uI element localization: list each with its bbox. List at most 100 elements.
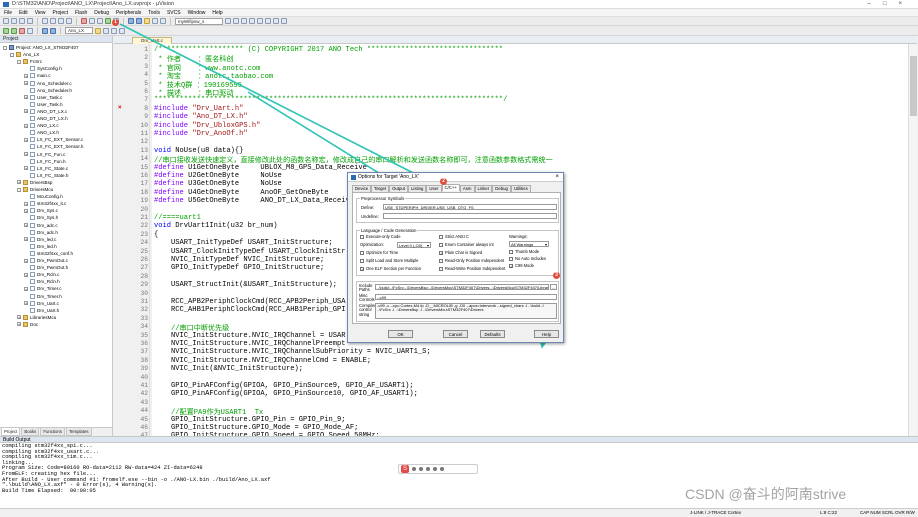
tree-node[interactable]: - Project: ANO_LX_STM32F407 <box>3 44 79 51</box>
tab-linker-7[interactable]: Linker <box>474 185 493 192</box>
toolbar-button-icon[interactable] <box>281 18 287 24</box>
checkbox-icon[interactable] <box>360 258 364 263</box>
tree-expander-icon[interactable]: - <box>17 187 21 192</box>
build-button-icon[interactable] <box>50 27 56 34</box>
checkbox-icon[interactable] <box>509 249 513 254</box>
tab-utilities-9[interactable]: Utilities <box>510 185 531 192</box>
tree-node[interactable]: + LibrariesMcu <box>17 314 56 321</box>
toolbar-button-icon[interactable] <box>105 18 111 24</box>
toolbar-button-icon[interactable] <box>50 18 56 24</box>
toolbar-button-icon[interactable] <box>152 18 158 24</box>
ok-button[interactable]: OK <box>388 330 413 338</box>
toolbar-button-icon[interactable] <box>111 27 117 34</box>
tree-expander-icon[interactable]: + <box>24 272 28 277</box>
codegen-checkbox[interactable]: Optimization: <box>360 242 384 247</box>
include-paths-field[interactable]: ..\build;..\FcSrc;..\DriversBsp;..\Drive… <box>375 284 549 290</box>
tab-output-2[interactable]: Output <box>389 185 408 192</box>
toolbar-button-icon[interactable] <box>257 18 263 24</box>
checkbox-icon[interactable]: ✓ <box>509 263 513 268</box>
toolbar-button-icon[interactable] <box>3 18 9 24</box>
tree-expander-icon[interactable]: + <box>24 95 28 100</box>
tree-expander-icon[interactable]: + <box>24 237 28 242</box>
codegen-checkbox[interactable]: ✓ Plain Char is Signed <box>439 250 482 255</box>
ime-dot-icon[interactable] <box>433 467 437 471</box>
toolbar-button-icon[interactable] <box>233 18 239 24</box>
ime-dot-icon[interactable] <box>419 467 423 471</box>
codegen-checkbox[interactable]: No Auto Includes <box>509 256 546 261</box>
sogou-ime-icon[interactable]: S <box>401 465 409 473</box>
tree-expander-icon[interactable]: + <box>24 109 28 114</box>
toolbar-button-icon[interactable] <box>42 18 48 24</box>
toolbar-button-icon[interactable] <box>119 27 125 34</box>
tree-expander-icon[interactable]: + <box>24 286 28 291</box>
tree-node[interactable]: - FcSrc <box>17 58 42 65</box>
toolbar-button-icon[interactable] <box>11 18 17 24</box>
tab-user-4[interactable]: User <box>426 185 442 192</box>
toolbar-button-icon[interactable] <box>66 18 72 24</box>
toolbar-button-icon[interactable] <box>225 18 231 24</box>
checkbox-icon[interactable] <box>439 242 443 247</box>
tree-node[interactable]: + Drv_led.c <box>24 236 56 243</box>
tree-expander-icon[interactable]: - <box>17 59 21 64</box>
defaults-button[interactable]: Defaults <box>480 330 505 338</box>
tree-node[interactable]: + Drv_Timer.c <box>24 285 62 292</box>
tree-node[interactable]: - Ano_LX <box>10 51 39 58</box>
tree-expander-icon[interactable]: + <box>24 223 28 228</box>
warnings-select[interactable]: All Warnings <box>509 241 549 247</box>
codegen-checkbox[interactable]: Split Load and Store Multiple <box>360 258 418 263</box>
tree-expander-icon[interactable]: + <box>24 73 28 78</box>
tree-expander-icon[interactable]: + <box>17 315 21 320</box>
help-button[interactable]: Help <box>534 330 559 338</box>
toolbar-button-icon[interactable] <box>136 18 142 24</box>
toolbar-button-icon[interactable] <box>128 18 134 24</box>
ime-dot-icon[interactable] <box>426 467 430 471</box>
tree-expander-icon[interactable]: - <box>10 52 14 57</box>
menu-item-tools[interactable]: Tools <box>148 10 160 16</box>
menu-item-debug[interactable]: Debug <box>94 10 109 16</box>
close-icon[interactable]: × <box>555 173 559 182</box>
tree-node[interactable]: - DriversMcu <box>17 186 53 193</box>
define-field[interactable]: USE_STDPERIPH_DRIVER,USE_USB_OTG_FS <box>383 204 557 210</box>
codegen-checkbox[interactable]: Enum Container always int <box>439 242 494 247</box>
tree-node[interactable]: + Drv_PwmOut.c <box>24 257 68 264</box>
tree-node[interactable]: Drv_Uart.h <box>24 307 59 314</box>
build-button-icon[interactable] <box>19 27 25 34</box>
build-button-icon[interactable] <box>42 27 48 34</box>
window-controls[interactable]: –□× <box>868 0 914 8</box>
tree-node[interactable]: SysConfig.h <box>24 65 62 72</box>
checkbox-icon[interactable] <box>360 234 364 239</box>
tree-expander-icon[interactable]: + <box>24 208 28 213</box>
menu-item-flash[interactable]: Flash <box>75 10 87 16</box>
cancel-button[interactable]: Cancel <box>443 330 468 338</box>
tree-node[interactable]: + Drv_Sys.c <box>24 207 58 214</box>
ime-dot-icon[interactable] <box>412 467 416 471</box>
toolbar-button-icon[interactable] <box>249 18 255 24</box>
codegen-checkbox[interactable]: Read-Only Position Independent <box>439 258 504 263</box>
tab-project[interactable]: Project <box>1 428 21 436</box>
tree-node[interactable]: LX_FC_State.h <box>24 172 68 179</box>
options-for-target-icon[interactable] <box>95 27 101 34</box>
ime-dot-icon[interactable] <box>440 467 444 471</box>
build-button-icon[interactable] <box>27 27 33 34</box>
toolbar-button-icon[interactable] <box>144 18 150 24</box>
menu-item-edit[interactable]: Edit <box>19 10 28 16</box>
tab-asm-6[interactable]: Asm <box>459 185 475 192</box>
tree-node[interactable]: Drv_PwmOut.h <box>24 264 68 271</box>
ime-toolbar[interactable]: S <box>398 464 478 474</box>
tab-device-0[interactable]: Device <box>352 185 372 192</box>
menu-item-file[interactable]: File <box>4 10 12 16</box>
tree-node[interactable]: + ANO_DT_LX.c <box>24 108 67 115</box>
checkbox-icon[interactable] <box>360 250 364 255</box>
tab-books[interactable]: Books <box>21 428 40 436</box>
menu-item-view[interactable]: View <box>35 10 46 16</box>
tree-node[interactable]: + User_Task.c <box>24 94 62 101</box>
codegen-checkbox[interactable]: ✓ One ELF Section per Function <box>360 266 421 271</box>
tree-node[interactable]: Drv_adc.h <box>24 229 58 236</box>
tree-expander-icon[interactable]: + <box>24 81 28 86</box>
tree-expander-icon[interactable]: - <box>3 45 7 50</box>
tree-node[interactable]: LX_FC_EXT_Sensor.h <box>24 143 83 150</box>
toolbar-button-icon[interactable] <box>27 18 33 24</box>
codegen-checkbox[interactable]: Read-Write Position Independent <box>439 266 505 271</box>
editor-vertical-scrollbar[interactable] <box>908 44 917 436</box>
tree-expander-icon[interactable]: + <box>24 152 28 157</box>
